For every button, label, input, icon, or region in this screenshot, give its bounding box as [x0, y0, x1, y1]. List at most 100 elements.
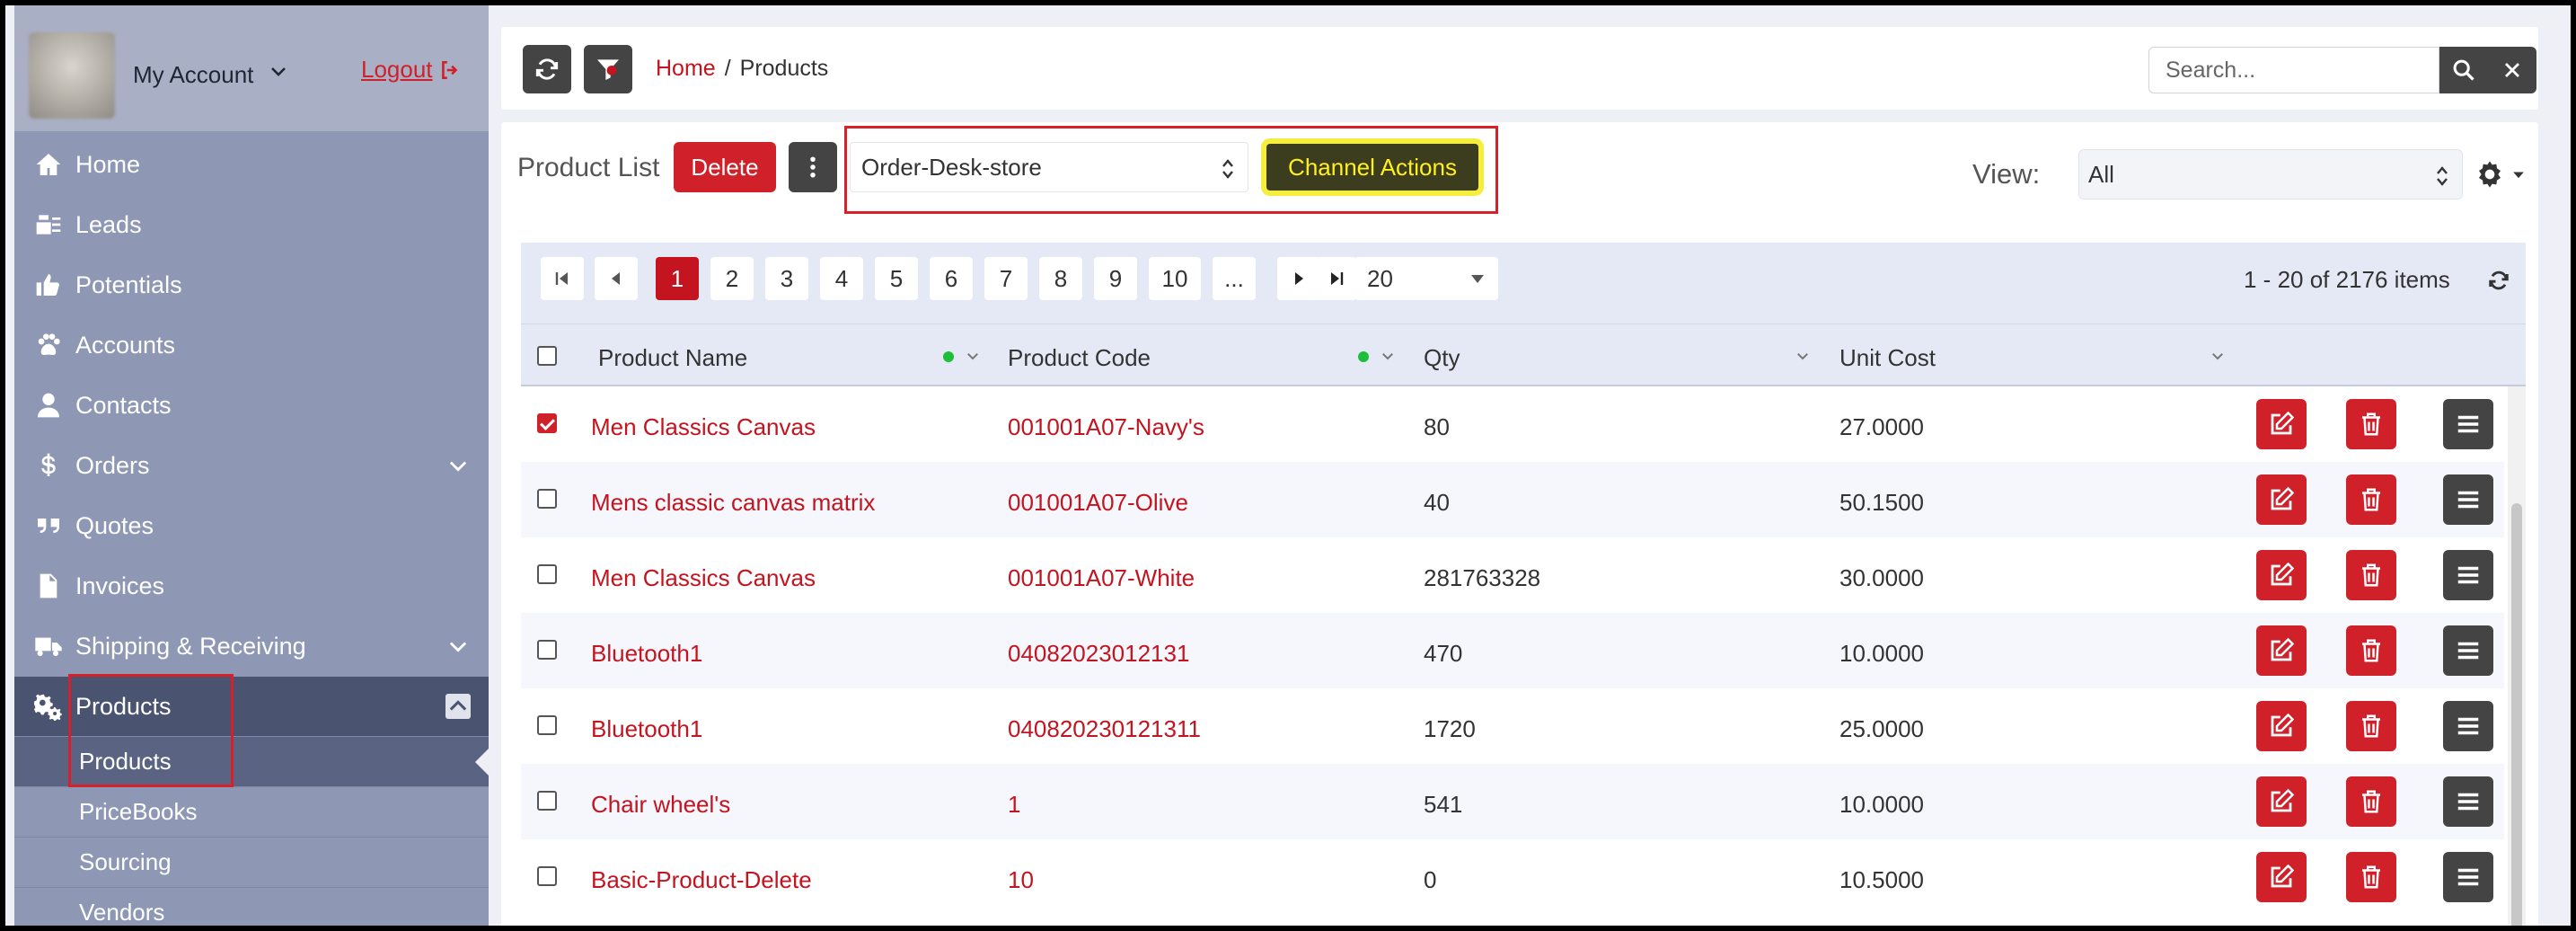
settings-button[interactable]: [2475, 158, 2531, 191]
delete-row-button[interactable]: [2346, 550, 2396, 600]
row-menu-button[interactable]: [2443, 474, 2493, 525]
sidebar-item-quotes[interactable]: Quotes: [14, 496, 489, 555]
search-input[interactable]: [2148, 47, 2439, 93]
refresh-button[interactable]: [523, 45, 571, 93]
row-menu-button[interactable]: [2443, 625, 2493, 676]
page-3-button[interactable]: 3: [765, 257, 808, 300]
scrollbar-thumb[interactable]: [2511, 503, 2522, 926]
avatar[interactable]: [29, 32, 115, 119]
sidebar-item-invoices[interactable]: Invoices: [14, 556, 489, 616]
sidebar-item-products[interactable]: Products: [14, 677, 489, 736]
row-checkbox[interactable]: [537, 640, 557, 660]
chevron-down-icon[interactable]: [965, 348, 981, 364]
product-name-link[interactable]: Chair wheel's: [591, 791, 730, 819]
edit-button[interactable]: [2256, 852, 2307, 902]
chevron-down-icon[interactable]: [1795, 348, 1811, 364]
sidebar-item-shipping-receiving[interactable]: Shipping & Receiving: [14, 616, 489, 676]
column-header-qty[interactable]: Qty: [1424, 344, 1460, 372]
sidebar-item-contacts[interactable]: Contacts: [14, 376, 489, 435]
edit-button[interactable]: [2256, 625, 2307, 676]
row-checkbox[interactable]: [537, 489, 557, 509]
next-page-button[interactable]: [1277, 257, 1320, 300]
store-select[interactable]: Order-Desk-store: [850, 142, 1248, 192]
product-name-link[interactable]: Men Classics Canvas: [591, 564, 816, 592]
product-code-link[interactable]: 001001A07-Navy's: [1008, 413, 1204, 441]
product-code-link[interactable]: 04082023012131: [1008, 640, 1189, 668]
chevron-down-icon[interactable]: [1380, 348, 1396, 364]
row-menu-button[interactable]: [2443, 701, 2493, 751]
page-5-button[interactable]: 5: [875, 257, 918, 300]
sidebar-subitem-products[interactable]: Products: [14, 736, 489, 786]
product-code-link[interactable]: 10: [1008, 866, 1034, 894]
refresh-icon[interactable]: [2486, 268, 2511, 293]
edit-button[interactable]: [2256, 701, 2307, 751]
product-name-link[interactable]: Mens classic canvas matrix: [591, 489, 875, 517]
sidebar-item-potentials[interactable]: Potentials: [14, 255, 489, 315]
sidebar-subitem-vendors[interactable]: Vendors: [14, 887, 489, 926]
page-1-button[interactable]: 1: [656, 257, 699, 300]
account-menu[interactable]: My Account: [133, 61, 253, 89]
product-name-link[interactable]: Basic-Product-Delete: [591, 866, 812, 894]
search-button[interactable]: [2439, 47, 2488, 93]
row-checkbox[interactable]: [537, 564, 557, 584]
page-6-button[interactable]: 6: [930, 257, 973, 300]
page-7-button[interactable]: 7: [984, 257, 1028, 300]
row-checkbox[interactable]: [537, 866, 557, 886]
edit-button[interactable]: [2256, 399, 2307, 449]
column-header-product-name[interactable]: Product Name: [598, 344, 747, 372]
row-menu-button[interactable]: [2443, 776, 2493, 827]
row-menu-button[interactable]: [2443, 550, 2493, 600]
product-name-link[interactable]: Bluetooth1: [591, 715, 702, 743]
delete-row-button[interactable]: [2346, 701, 2396, 751]
edit-button[interactable]: [2256, 550, 2307, 600]
page-10-button[interactable]: 10: [1149, 257, 1201, 300]
select-all-checkbox[interactable]: [537, 346, 557, 366]
row-checkbox[interactable]: [537, 413, 557, 433]
chevron-down-icon[interactable]: [268, 61, 289, 83]
sidebar-subitem-pricebooks[interactable]: PriceBooks: [14, 786, 489, 837]
row-menu-button[interactable]: [2443, 852, 2493, 902]
edit-button[interactable]: [2256, 474, 2307, 525]
more-pages-button[interactable]: ...: [1213, 257, 1256, 300]
page-4-button[interactable]: 4: [820, 257, 863, 300]
delete-row-button[interactable]: [2346, 474, 2396, 525]
sidebar-subitem-sourcing[interactable]: Sourcing: [14, 837, 489, 887]
last-page-button[interactable]: [1317, 257, 1356, 300]
logout-link[interactable]: Logout: [361, 56, 462, 84]
sidebar-item-home[interactable]: Home: [14, 135, 489, 194]
product-code-link[interactable]: 1: [1008, 791, 1020, 819]
page-2-button[interactable]: 2: [710, 257, 754, 300]
channel-actions-button[interactable]: Channel Actions: [1266, 144, 1478, 191]
column-header-unit-cost[interactable]: Unit Cost: [1839, 344, 1936, 372]
more-actions-button[interactable]: [789, 142, 837, 192]
vertical-scrollbar[interactable]: [2508, 386, 2526, 926]
delete-row-button[interactable]: [2346, 776, 2396, 827]
page-9-button[interactable]: 9: [1094, 257, 1137, 300]
edit-button[interactable]: [2256, 776, 2307, 827]
delete-button[interactable]: Delete: [674, 142, 776, 192]
column-header-product-code[interactable]: Product Code: [1008, 344, 1151, 372]
view-select[interactable]: All: [2078, 149, 2463, 200]
product-code-link[interactable]: 001001A07-White: [1008, 564, 1195, 592]
row-menu-button[interactable]: [2443, 399, 2493, 449]
product-code-link[interactable]: 001001A07-Olive: [1008, 489, 1188, 517]
page-size-select[interactable]: 20: [1354, 257, 1498, 300]
chevron-down-icon[interactable]: [2210, 348, 2226, 364]
clear-search-button[interactable]: [2488, 47, 2536, 93]
sidebar-item-accounts[interactable]: Accounts: [14, 315, 489, 375]
filter-button[interactable]: [584, 45, 632, 93]
delete-row-button[interactable]: [2346, 852, 2396, 902]
prev-page-button[interactable]: [595, 257, 638, 300]
delete-row-button[interactable]: [2346, 625, 2396, 676]
sidebar-item-leads[interactable]: Leads: [14, 195, 489, 254]
row-checkbox[interactable]: [537, 715, 557, 735]
product-name-link[interactable]: Bluetooth1: [591, 640, 702, 668]
product-name-link[interactable]: Men Classics Canvas: [591, 413, 816, 441]
first-page-button[interactable]: [541, 257, 584, 300]
product-code-link[interactable]: 040820230121311: [1008, 715, 1201, 743]
sidebar-item-orders[interactable]: Orders: [14, 436, 489, 495]
breadcrumb-home[interactable]: Home: [656, 56, 716, 82]
delete-row-button[interactable]: [2346, 399, 2396, 449]
page-8-button[interactable]: 8: [1039, 257, 1082, 300]
row-checkbox[interactable]: [537, 791, 557, 811]
